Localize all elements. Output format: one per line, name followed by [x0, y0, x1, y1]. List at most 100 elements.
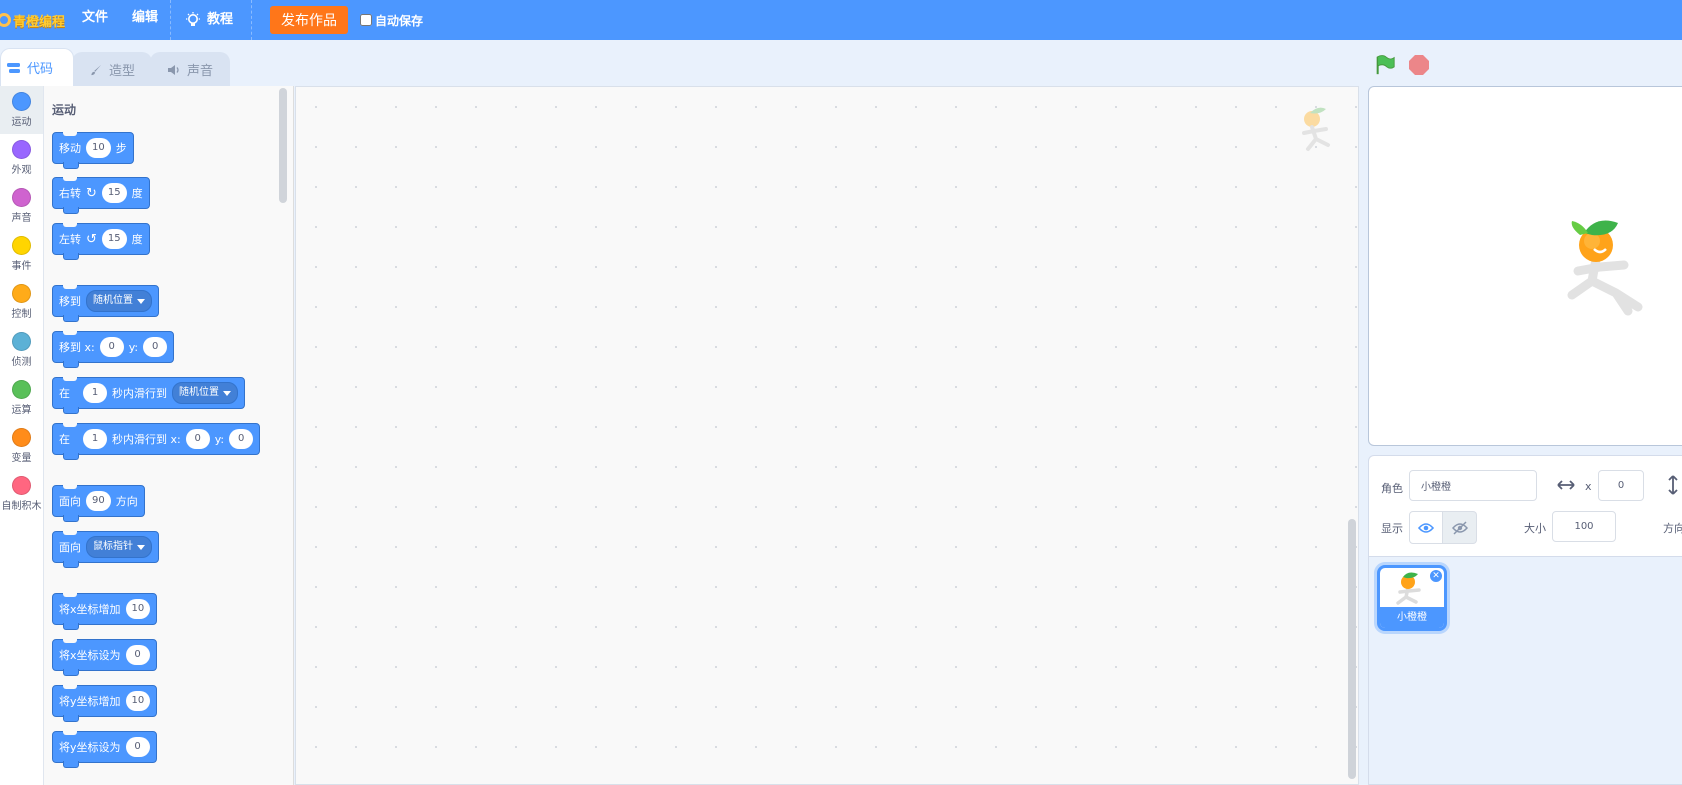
category-motion[interactable]: 运动 — [0, 86, 43, 134]
block-text: 左转 — [59, 233, 81, 246]
tab-code[interactable]: 代码 — [0, 48, 75, 86]
category-label: 控制 — [11, 309, 32, 320]
block-point-direction[interactable]: 面向 90 方向 — [52, 485, 145, 522]
editor-tabs: 代码 造型 声音 — [0, 46, 231, 86]
block-set-y[interactable]: 将y坐标设为 0 — [52, 731, 157, 768]
block-turn-right[interactable]: 右转 ↻ 15 度 — [52, 177, 150, 214]
block-text: 步 — [115, 142, 127, 155]
delete-sprite-icon[interactable]: ✕ — [1429, 569, 1443, 583]
sprite-name-label: 角色 — [1381, 482, 1403, 495]
workspace-scrollbar[interactable] — [1348, 519, 1356, 779]
category-looks[interactable]: 外观 — [0, 134, 43, 182]
category-menu: 运动 外观 声音 事件 控制 侦测 运算 变量 自制积木 — [0, 86, 44, 785]
stop-button[interactable] — [1406, 52, 1432, 78]
category-label: 事件 — [11, 261, 32, 272]
block-text: 移动 — [59, 142, 81, 155]
y-input[interactable]: 0 — [229, 429, 254, 449]
autosave-checkbox[interactable] — [360, 14, 373, 26]
variables-color-icon — [12, 428, 31, 447]
block-text: 度 — [131, 187, 143, 200]
menu-tutorial[interactable]: 教程 — [171, 0, 251, 40]
logo[interactable]: 青橙编程 — [0, 0, 70, 40]
stage-controls — [1372, 52, 1432, 78]
block-text: 面向 — [59, 541, 81, 554]
block-change-x[interactable]: 将x坐标增加 10 — [52, 593, 158, 630]
publish-button[interactable]: 发布作品 — [270, 6, 349, 34]
menu-edit[interactable]: 编辑 — [120, 0, 170, 40]
block-text: 方向 — [115, 495, 138, 508]
degrees-input[interactable]: 15 — [101, 183, 127, 203]
looks-color-icon — [12, 140, 31, 159]
sprite-watermark-icon — [1302, 107, 1330, 151]
caret-down-icon — [137, 298, 145, 304]
logo-text: 青橙编程 — [13, 14, 66, 30]
rotate-right-icon: ↻ — [86, 185, 97, 201]
block-set-x[interactable]: 将x坐标设为 0 — [52, 639, 157, 676]
autosave-toggle[interactable]: 自动保存 — [360, 12, 423, 29]
x-input[interactable]: 0 — [185, 429, 210, 449]
palette-scrollbar[interactable] — [279, 88, 287, 203]
block-glide-to[interactable]: 在 1 秒内滑行到 随机位置 — [52, 377, 245, 414]
category-sound[interactable]: 声音 — [0, 182, 43, 230]
block-goto[interactable]: 移到 随机位置 — [52, 285, 159, 322]
category-control[interactable]: 控制 — [0, 278, 43, 326]
category-label: 运算 — [11, 405, 32, 416]
block-goto-xy[interactable]: 移到 x: 0 y: 0 — [52, 331, 175, 368]
category-sensing[interactable]: 侦测 — [0, 326, 43, 374]
degrees-input[interactable]: 15 — [101, 229, 127, 249]
block-turn-left[interactable]: 左转 ↺ 15 度 — [52, 223, 150, 260]
glide-target-dropdown[interactable]: 随机位置 — [172, 382, 238, 404]
category-label: 自制积木 — [1, 501, 42, 512]
visibility-toggle — [1409, 511, 1477, 544]
seconds-input[interactable]: 1 — [83, 383, 107, 403]
block-change-y[interactable]: 将y坐标增加 10 — [52, 685, 158, 722]
hide-sprite-button[interactable] — [1443, 511, 1477, 544]
block-glide-to-xy[interactable]: 在 1 秒内滑行到 x: 0 y: 0 — [52, 423, 261, 460]
show-label: 显示 — [1381, 522, 1403, 535]
category-my-blocks[interactable]: 自制积木 — [0, 470, 43, 518]
show-sprite-button[interactable] — [1409, 511, 1443, 544]
direction-input[interactable]: 90 — [86, 491, 111, 511]
dropdown-value: 随机位置 — [179, 387, 219, 398]
caret-down-icon — [137, 544, 145, 550]
dropdown-value: 鼠标指针 — [93, 541, 133, 552]
category-variables[interactable]: 变量 — [0, 422, 43, 470]
size-input[interactable]: 100 — [1552, 511, 1616, 542]
x-position-input[interactable]: 0 — [1598, 470, 1644, 501]
goto-target-dropdown[interactable]: 随机位置 — [86, 290, 152, 312]
y-input[interactable]: 0 — [143, 337, 168, 357]
operators-color-icon — [12, 380, 31, 399]
block-text: 秒内滑行到 x: — [112, 433, 181, 446]
category-operators[interactable]: 运算 — [0, 374, 43, 422]
y-change-input[interactable]: 10 — [125, 691, 151, 711]
menu-file[interactable]: 文件 — [70, 0, 120, 40]
tab-sound-label: 声音 — [187, 64, 214, 79]
my-blocks-color-icon — [12, 476, 31, 495]
category-events[interactable]: 事件 — [0, 230, 43, 278]
sensing-color-icon — [12, 332, 31, 351]
category-label: 运动 — [11, 117, 32, 128]
y-set-input[interactable]: 0 — [125, 737, 150, 757]
x-change-input[interactable]: 10 — [125, 599, 151, 619]
steps-input[interactable]: 10 — [86, 138, 111, 158]
vertical-arrows-icon — [1668, 475, 1678, 495]
orange-sprite-icon — [1567, 220, 1643, 316]
block-move-steps[interactable]: 移动 10 步 — [52, 132, 134, 169]
tab-costume-label: 造型 — [109, 64, 136, 79]
category-label: 外观 — [11, 165, 32, 176]
sprite-name-input[interactable]: 小橙橙 — [1409, 470, 1537, 501]
seconds-input[interactable]: 1 — [83, 429, 107, 449]
rotate-left-icon: ↺ — [86, 231, 97, 247]
sprite-card[interactable]: ✕ 小橙橙 — [1377, 565, 1447, 631]
x-input[interactable]: 0 — [99, 337, 124, 357]
stage[interactable] — [1368, 86, 1682, 446]
tab-sound[interactable]: 声音 — [150, 52, 231, 86]
motion-color-icon — [12, 92, 31, 111]
green-flag-button[interactable] — [1372, 52, 1398, 78]
point-towards-dropdown[interactable]: 鼠标指针 — [86, 536, 152, 558]
block-point-towards[interactable]: 面向 鼠标指针 — [52, 531, 159, 568]
script-workspace[interactable] — [295, 86, 1359, 785]
x-set-input[interactable]: 0 — [125, 645, 150, 665]
tab-costume[interactable]: 造型 — [72, 52, 153, 86]
block-text: y: — [128, 340, 139, 354]
